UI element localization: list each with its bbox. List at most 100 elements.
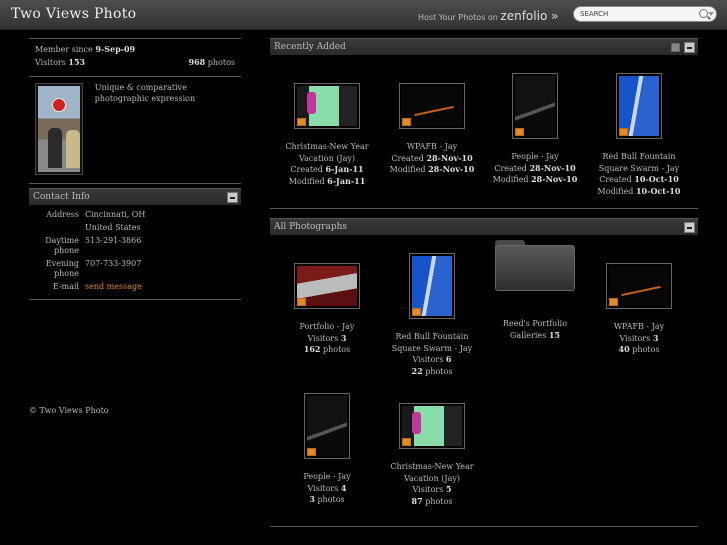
contact-row: Evening phone 707-733-3907 <box>29 259 241 282</box>
photos-count: 22 <box>411 365 423 376</box>
folder-icon[interactable] <box>495 240 575 292</box>
gallery-thumbnail[interactable] <box>409 253 455 319</box>
photos-label: photos <box>425 366 453 376</box>
modified-label: Modified <box>288 176 325 186</box>
collapse-icon[interactable] <box>684 222 695 233</box>
divider <box>29 299 241 300</box>
gallery-thumbnail[interactable] <box>294 83 360 129</box>
chevron-down-icon[interactable] <box>708 12 714 16</box>
gallery-title[interactable]: Red Bull Fountain Square Swarm - Jay <box>587 151 691 174</box>
gallery-thumbnail[interactable] <box>606 263 672 309</box>
promo-text: Host Your Photos on <box>418 13 498 22</box>
gallery-created: Created 10-Oct-10 <box>587 174 691 186</box>
visitors-count: 3 <box>340 332 347 343</box>
all-photographs-header: All Photographs <box>270 218 698 235</box>
visitors-count: 5 <box>445 484 452 494</box>
member-since: Member since 9-Sep-09 <box>29 43 241 56</box>
gallery-item[interactable]: People - Jay Visitors 4 3 photos <box>275 393 379 506</box>
contact-value: Cincinnati, OH <box>85 210 146 219</box>
gallery-title[interactable]: People - Jay <box>483 151 587 163</box>
zenfolio-promo-link[interactable]: Host Your Photos on zenfolio » <box>418 9 558 23</box>
zenfolio-logo: zenfolio » <box>500 9 559 23</box>
modified-label: Modified <box>492 175 529 184</box>
gallery-visitors: Visitors 4 <box>275 483 379 495</box>
bio-block: Unique & comparative photographic expres… <box>29 77 241 183</box>
avatar[interactable] <box>35 83 83 175</box>
rss-icon[interactable] <box>671 43 680 52</box>
gallery-badge-icon <box>402 438 411 446</box>
gallery-item[interactable]: WPAFB - Jay Visitors 3 40 photos <box>587 263 691 356</box>
visitors-label: Visitors <box>307 483 339 493</box>
gallery-item[interactable]: Reed's Portfolio Galleries 15 <box>483 240 587 341</box>
created-date: 10-Oct-10 <box>634 174 679 184</box>
gallery-thumbnail[interactable] <box>294 263 360 309</box>
gallery-badge-icon <box>402 118 411 126</box>
visitors-label: Visitors <box>619 333 651 343</box>
search-input[interactable]: SEARCH <box>573 6 717 22</box>
modified-date: 28-Nov-10 <box>531 174 578 184</box>
gallery-modified: Modified 28-Nov-10 <box>380 164 484 176</box>
gallery-title[interactable]: Red Bull Fountain Square Swarm - Jay <box>380 331 484 354</box>
gallery-title[interactable]: Christmas-New Year Vacation (Jay) <box>275 141 379 164</box>
modified-label: Modified <box>389 165 426 174</box>
gallery-photos: 22 photos <box>380 366 484 378</box>
gallery-item[interactable]: WPAFB - Jay Created 28-Nov-10 Modified 2… <box>380 83 484 176</box>
gallery-title[interactable]: WPAFB - Jay <box>380 141 484 153</box>
gallery-photos: 162 photos <box>275 344 379 356</box>
all-photographs-title: All Photographs <box>274 222 348 232</box>
collapse-icon[interactable] <box>227 192 238 203</box>
sidebar: Member since 9-Sep-09 Visitors 153 968 p… <box>29 38 241 300</box>
modified-date: 10-Oct-10 <box>635 185 681 196</box>
contact-value: 707-733-3907 <box>85 259 142 268</box>
visitors-label: Visitors <box>307 333 339 343</box>
member-since-label: Member since <box>35 45 93 54</box>
gallery-thumbnail[interactable] <box>399 403 465 449</box>
contact-info-header: Contact Info <box>29 188 241 205</box>
gallery-item[interactable]: Red Bull Fountain Square Swarm - Jay Cre… <box>587 73 691 197</box>
site-header: Two Views Photo Host Your Photos on zenf… <box>0 0 727 30</box>
created-label: Created <box>391 153 424 163</box>
gallery-item[interactable]: People - Jay Created 28-Nov-10 Modified … <box>483 73 587 186</box>
gallery-item[interactable]: Red Bull Fountain Square Swarm - Jay Vis… <box>380 253 484 377</box>
search-icon[interactable] <box>699 9 708 18</box>
contact-key: Evening phone <box>45 259 79 278</box>
search-placeholder: SEARCH <box>580 10 609 18</box>
gallery-created: Created 6-Jan-11 <box>275 164 379 176</box>
created-date: 6-Jan-11 <box>325 164 364 174</box>
gallery-title[interactable]: People - Jay <box>275 471 379 483</box>
gallery-thumbnail[interactable] <box>512 73 558 139</box>
recently-added-section: Recently Added Christmas-New Year Vacati… <box>270 38 698 210</box>
send-message-link[interactable]: send message <box>85 282 142 291</box>
gallery-count: Galleries 15 <box>483 330 587 342</box>
gallery-modified: Modified 28-Nov-10 <box>483 174 587 186</box>
gallery-thumbnail[interactable] <box>304 393 350 459</box>
profile-stats: Visitors 153 968 photos <box>29 56 241 69</box>
gallery-item[interactable]: Christmas-New Year Vacation (Jay) Create… <box>275 83 379 187</box>
main-content: Recently Added Christmas-New Year Vacati… <box>270 38 698 528</box>
visitors-label: Visitors <box>412 485 444 494</box>
photos-label: photos <box>632 345 660 354</box>
site-title[interactable]: Two Views Photo <box>11 6 136 22</box>
contact-row: Address Cincinnati, OH <box>29 210 241 223</box>
contact-value: 513-291-3866 <box>85 236 142 245</box>
photos-count: 3 <box>309 494 315 504</box>
gallery-title[interactable]: WPAFB - Jay <box>587 321 691 333</box>
gallery-title[interactable]: Reed's Portfolio <box>483 318 587 330</box>
created-label: Created <box>290 165 323 174</box>
gallery-created: Created 28-Nov-10 <box>380 153 484 165</box>
visitors-label: Visitors <box>35 58 66 67</box>
recently-added-title: Recently Added <box>274 42 346 52</box>
gallery-badge-icon <box>307 448 316 456</box>
gallery-thumbnail[interactable] <box>399 83 465 129</box>
photos-count: 40 <box>618 344 630 354</box>
gallery-item[interactable]: Christmas-New Year Vacation (Jay) Visito… <box>380 403 484 507</box>
gallery-thumbnail[interactable] <box>616 73 662 139</box>
gallery-photos: 87 photos <box>380 496 484 508</box>
divider <box>270 526 698 527</box>
gallery-title[interactable]: Christmas-New Year Vacation (Jay) <box>380 461 484 484</box>
gallery-item[interactable]: Portfolio - Jay Visitors 3 162 photos <box>275 263 379 356</box>
gallery-title[interactable]: Portfolio - Jay <box>275 321 379 333</box>
gallery-badge-icon <box>412 308 421 316</box>
gallery-photos: 40 photos <box>587 344 691 356</box>
collapse-icon[interactable] <box>684 42 695 53</box>
